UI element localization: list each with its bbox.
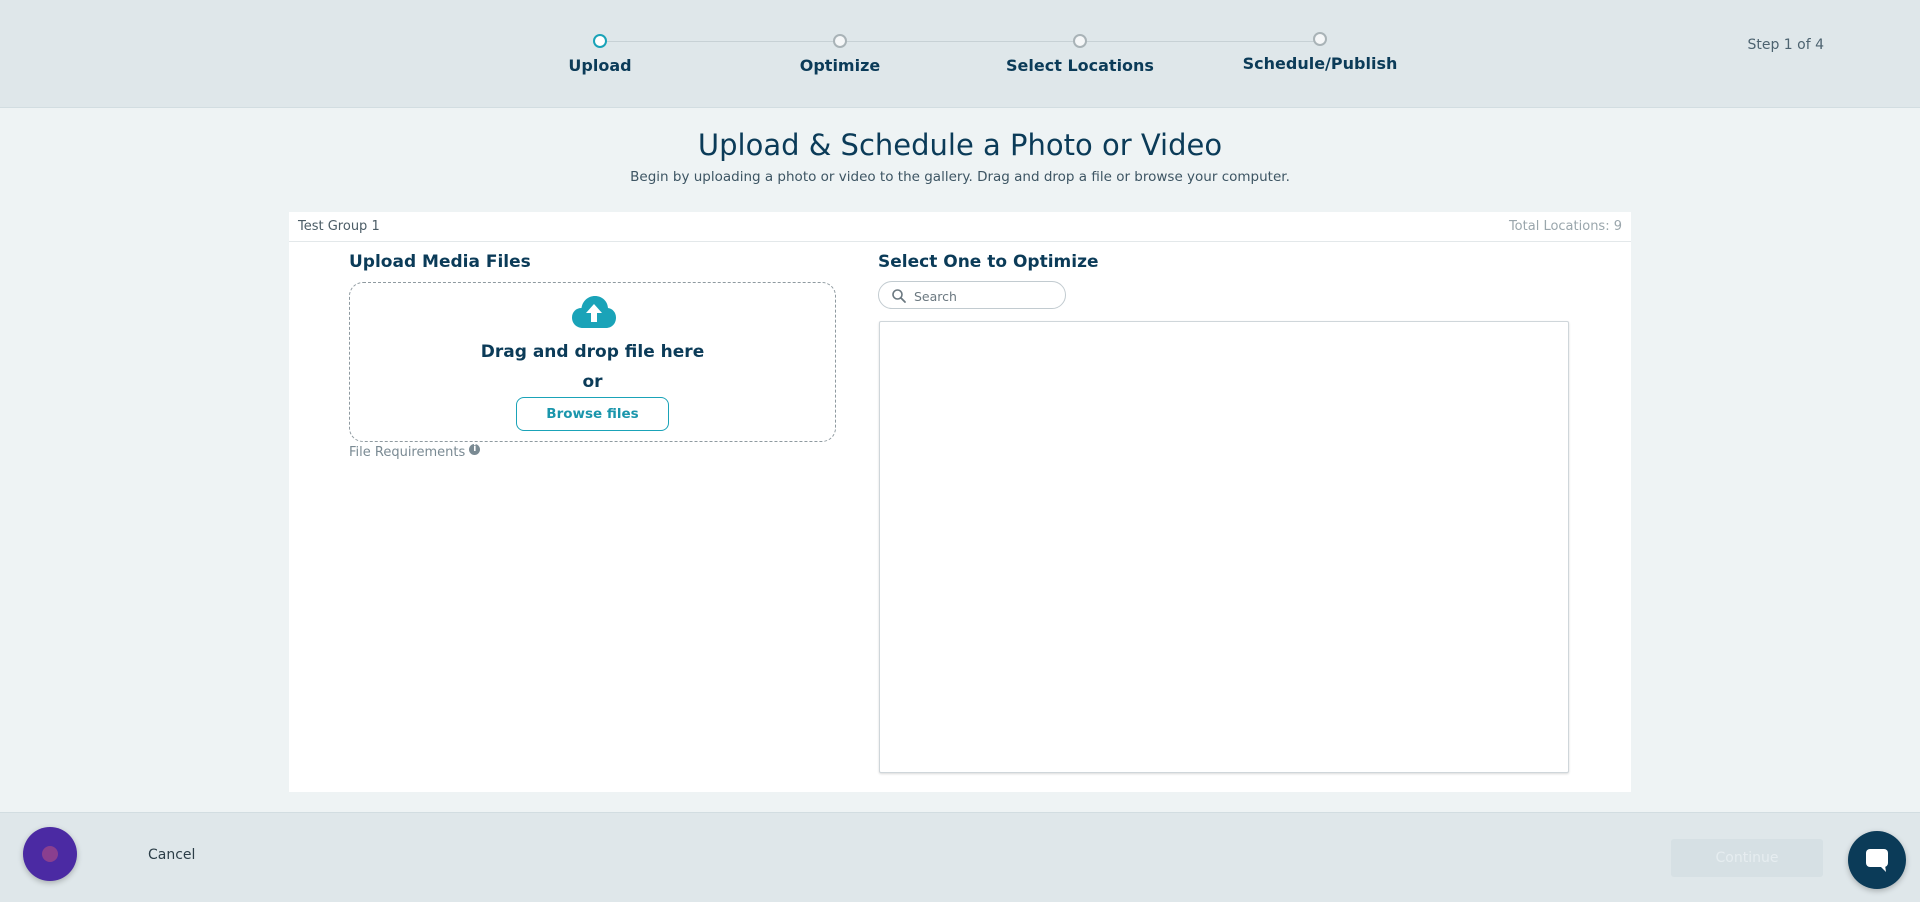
step-dot bbox=[1313, 32, 1327, 46]
wizard-header: Upload Optimize Select Locations Schedul… bbox=[0, 0, 1920, 108]
page-title: Upload & Schedule a Photo or Video bbox=[697, 128, 1223, 162]
step-optimize: Optimize bbox=[740, 33, 940, 75]
continue-button[interactable]: Continue bbox=[1671, 839, 1823, 877]
step-dot bbox=[833, 34, 847, 48]
cloud-upload-icon bbox=[572, 296, 616, 328]
step-label: Schedule/Publish bbox=[1242, 54, 1398, 73]
step-counter: Step 1 of 4 bbox=[1747, 37, 1824, 53]
step-select-locations: Select Locations bbox=[980, 33, 1180, 75]
chat-launcher[interactable] bbox=[1848, 831, 1906, 889]
file-dropzone[interactable]: Drag and drop file here or Browse files bbox=[349, 282, 836, 442]
step-dot bbox=[1073, 34, 1087, 48]
assistant-launcher[interactable] bbox=[23, 827, 77, 881]
search-box[interactable] bbox=[878, 281, 1066, 309]
step-schedule-publish: Schedule/Publish bbox=[1220, 31, 1420, 73]
optimize-section-title: Select One to Optimize bbox=[878, 252, 1099, 272]
upload-section-title: Upload Media Files bbox=[349, 252, 531, 272]
upload-panel: Test Group 1 Total Locations: 9 Upload M… bbox=[289, 212, 1631, 792]
page-subtitle: Begin by uploading a photo or video to t… bbox=[630, 169, 1290, 185]
step-label: Optimize bbox=[799, 56, 881, 75]
total-locations: Total Locations: 9 bbox=[1508, 219, 1622, 234]
step-label: Select Locations bbox=[1006, 56, 1154, 75]
file-requirements[interactable]: File Requirements i bbox=[349, 444, 481, 460]
cancel-button[interactable]: Cancel bbox=[148, 847, 195, 863]
media-gallery[interactable] bbox=[879, 321, 1569, 773]
or-separator: or bbox=[582, 372, 603, 392]
browse-files-button[interactable]: Browse files bbox=[516, 397, 669, 431]
step-label: Upload bbox=[568, 56, 632, 75]
drop-instructions: Drag and drop file here bbox=[480, 342, 705, 362]
info-icon[interactable]: i bbox=[469, 444, 481, 455]
wizard-footer: Cancel Continue bbox=[0, 812, 1920, 902]
progress-stepper: Upload Optimize Select Locations Schedul… bbox=[568, 32, 1397, 83]
panel-header: Test Group 1 Total Locations: 9 bbox=[289, 212, 1631, 242]
search-icon bbox=[892, 289, 906, 303]
step-upload: Upload bbox=[500, 33, 700, 75]
file-requirements-label: File Requirements bbox=[349, 445, 466, 460]
stepper-line bbox=[600, 41, 1320, 42]
search-input[interactable] bbox=[914, 286, 1054, 306]
group-name: Test Group 1 bbox=[298, 219, 380, 234]
assistant-icon bbox=[42, 846, 58, 862]
chat-icon bbox=[1866, 849, 1888, 872]
step-dot-active bbox=[593, 34, 607, 48]
